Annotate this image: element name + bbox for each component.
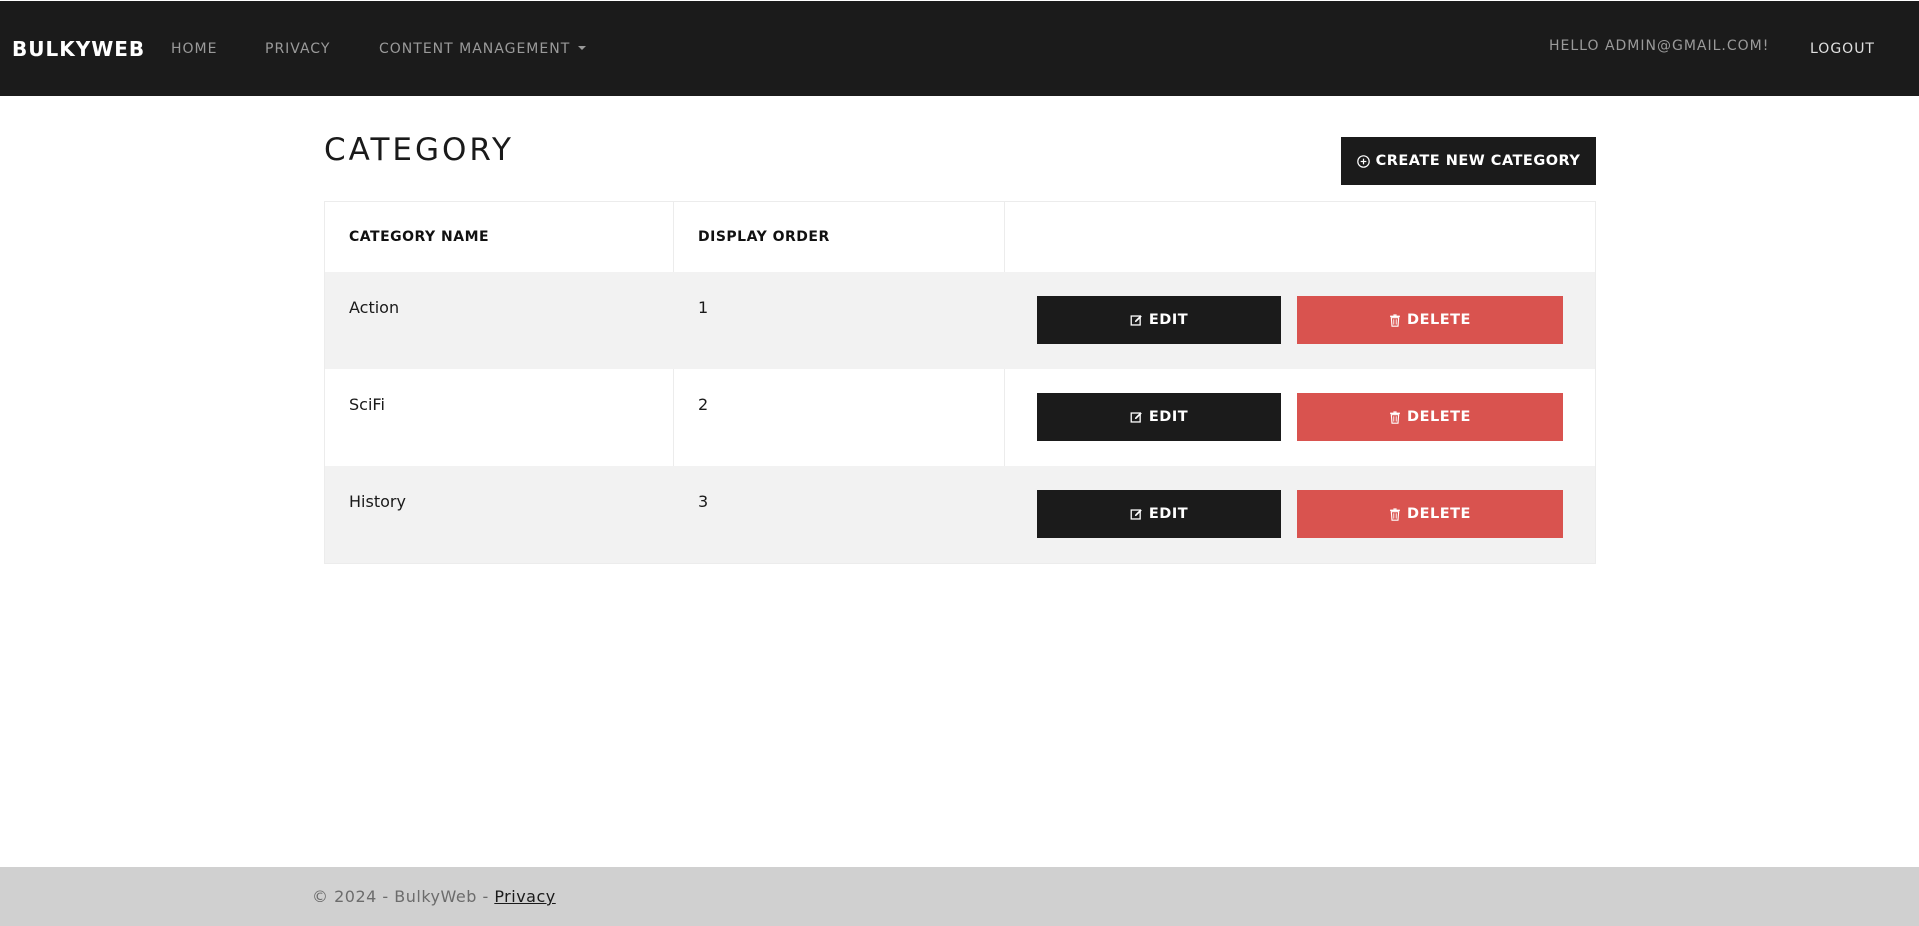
nav-content-management-label: CONTENT MANAGEMENT [379, 40, 571, 57]
table-cell: Action [325, 272, 674, 369]
edit-label: EDIT [1148, 312, 1189, 328]
nav-home-link[interactable]: HOME [171, 1, 217, 96]
logout-button[interactable]: LOGOUT [1810, 1, 1875, 96]
create-new-category-button[interactable]: CREATE NEW CATEGORY [1341, 137, 1596, 185]
table-cell: 1 [674, 272, 1005, 369]
footer-privacy-link[interactable]: Privacy [494, 887, 555, 906]
table-cell: History [325, 466, 674, 563]
delete-button[interactable]: DELETE [1297, 490, 1563, 538]
trash-icon [1389, 410, 1401, 424]
edit-label: EDIT [1148, 506, 1189, 522]
display-order: 2 [698, 395, 709, 414]
category-name: Action [349, 298, 400, 317]
edit-button[interactable]: EDIT [1037, 393, 1281, 441]
copyright-text: © 2024 - BulkyWeb - [312, 887, 495, 906]
caret-down-icon [578, 45, 587, 50]
category-table: CATEGORY NAME DISPLAY ORDER Action 1 EDI… [324, 201, 1596, 564]
column-header-category-name: CATEGORY NAME [349, 229, 490, 245]
table-cell: 2 [674, 369, 1005, 466]
delete-button[interactable]: DELETE [1297, 296, 1563, 344]
brand-link[interactable]: BULKYWEB [12, 1, 145, 96]
display-order: 3 [698, 492, 709, 511]
edit-square-icon [1130, 411, 1143, 424]
table-cell: 3 [674, 466, 1005, 563]
edit-label: EDIT [1148, 409, 1189, 425]
trash-icon [1389, 507, 1401, 521]
trash-icon [1389, 313, 1401, 327]
table-header-cell: CATEGORY NAME [325, 202, 674, 272]
edit-button[interactable]: EDIT [1037, 490, 1281, 538]
nav-content-management-dropdown[interactable]: CONTENT MANAGEMENT [379, 1, 587, 96]
table-row: Action 1 EDIT DELETE [325, 272, 1595, 369]
category-name: History [349, 492, 406, 511]
table-header-row: CATEGORY NAME DISPLAY ORDER [325, 202, 1595, 272]
edit-square-icon [1130, 508, 1143, 521]
plus-circle-icon [1356, 154, 1370, 168]
column-header-display-order: DISPLAY ORDER [698, 229, 830, 245]
edit-square-icon [1130, 314, 1143, 327]
delete-label: DELETE [1407, 409, 1471, 425]
table-header-cell: DISPLAY ORDER [674, 202, 1005, 272]
edit-button[interactable]: EDIT [1037, 296, 1281, 344]
footer-text: © 2024 - BulkyWeb - Privacy [312, 887, 556, 906]
display-order: 1 [698, 298, 709, 317]
delete-label: DELETE [1407, 312, 1471, 328]
table-cell-actions: EDIT DELETE [1005, 369, 1595, 466]
nav-privacy-link[interactable]: PRIVACY [265, 1, 330, 96]
category-name: SciFi [349, 395, 385, 414]
delete-button[interactable]: DELETE [1297, 393, 1563, 441]
table-cell: SciFi [325, 369, 674, 466]
create-new-category-label: CREATE NEW CATEGORY [1375, 153, 1581, 169]
user-greeting-link[interactable]: HELLO ADMIN@GMAIL.COM! [1549, 0, 1769, 93]
navbar: BULKYWEB HOME PRIVACY CONTENT MANAGEMENT… [0, 1, 1919, 96]
table-row: SciFi 2 EDIT DELETE [325, 369, 1595, 466]
page-title: CATEGORY [324, 132, 514, 168]
table-cell-actions: EDIT DELETE [1005, 272, 1595, 369]
table-cell-actions: EDIT DELETE [1005, 466, 1595, 563]
delete-label: DELETE [1407, 506, 1471, 522]
table-header-cell-actions [1005, 202, 1595, 272]
table-row: History 3 EDIT DELETE [325, 466, 1595, 563]
footer: © 2024 - BulkyWeb - Privacy [0, 867, 1919, 926]
